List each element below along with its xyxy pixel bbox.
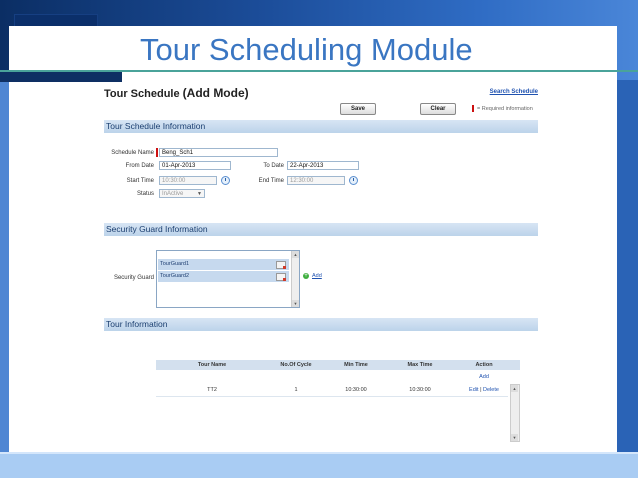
list-item[interactable]: TourGuard1 [158, 259, 289, 270]
guard-name: TourGuard2 [160, 273, 190, 279]
scroll-up-icon[interactable]: ▲ [292, 251, 299, 258]
edit-link[interactable]: Edit [469, 387, 478, 393]
required-note-text: = Required information [477, 105, 533, 112]
form-mode: (Add Mode) [182, 86, 249, 100]
from-date-input[interactable]: 01-Apr-2013 [159, 161, 231, 170]
column-header: Max Time [407, 362, 433, 368]
to-date-input[interactable]: 22-Apr-2013 [287, 161, 359, 170]
table-header-row: Tour Name No.Of Cycle Min Time Max Time … [156, 360, 520, 370]
save-button[interactable]: Save [340, 103, 376, 115]
scroll-down-icon[interactable]: ▼ [292, 300, 299, 307]
list-item[interactable]: TourGuard2 [158, 271, 289, 282]
status-select-value: InActive [162, 191, 184, 197]
title-divider-accent [0, 72, 122, 82]
status-select[interactable]: InActive ▼ [159, 189, 205, 198]
sidebar-strip [0, 80, 9, 452]
action-separator: | [480, 387, 482, 393]
scrollbar[interactable]: ▲ ▼ [291, 251, 299, 307]
guard-name: TourGuard1 [160, 261, 190, 267]
scrollbar[interactable]: ▲ ▼ [510, 384, 520, 442]
add-tour-link[interactable]: Add [452, 374, 516, 380]
schedule-name-input[interactable]: Beng_Sch1 [159, 148, 278, 157]
form-title-text: Tour Schedule [104, 88, 180, 100]
table-cell-max-time: 10:30:00 [409, 387, 431, 393]
from-date-label: From Date [125, 163, 154, 169]
row-divider [156, 396, 508, 397]
start-time-label: Start Time [126, 178, 154, 184]
table-cell-tour-name: TT2 [207, 387, 217, 393]
column-header: Tour Name [197, 362, 227, 368]
scroll-down-icon[interactable]: ▼ [511, 434, 518, 441]
scroll-up-icon[interactable]: ▲ [511, 385, 518, 392]
clock-icon[interactable] [349, 176, 358, 185]
search-schedule-link[interactable]: Search Schedule [490, 89, 538, 95]
chevron-down-icon: ▼ [197, 191, 202, 197]
schedule-name-label: Schedule Name [111, 150, 154, 156]
column-header: No.Of Cycle [280, 362, 312, 368]
footer-band [0, 452, 638, 478]
clear-button[interactable]: Clear [420, 103, 456, 115]
table-cell-cycles: 1 [294, 387, 298, 393]
security-guard-label: Security Guard [113, 275, 154, 281]
add-guard-link[interactable]: Add [312, 273, 322, 279]
column-header: Min Time [344, 362, 368, 368]
clock-icon[interactable] [221, 176, 230, 185]
form-title: Tour Schedule (Add Mode) [104, 86, 249, 100]
required-marker-icon [472, 105, 474, 112]
to-date-label: To Date [263, 163, 284, 169]
table-cell-action: Edit | Delete [452, 387, 516, 393]
status-label: Status [136, 191, 154, 197]
delete-link[interactable]: Delete [483, 387, 499, 393]
start-time-input[interactable]: 10:30:00 [159, 176, 217, 185]
end-time-label: End Time [258, 178, 284, 184]
remove-icon[interactable] [276, 273, 286, 281]
column-header: Action [475, 362, 493, 368]
page-title: Tour Scheduling Module [140, 32, 473, 67]
security-guard-list[interactable]: TourGuard1 TourGuard2 ▲ ▼ [156, 250, 300, 308]
section-tour-info: Tour Information [104, 318, 538, 331]
section-guard-info: Security Guard Information [104, 223, 538, 236]
end-time-input[interactable]: 12:30:00 [287, 176, 345, 185]
required-marker-icon [156, 148, 158, 157]
section-schedule-info: Tour Schedule Information [104, 120, 538, 133]
table-cell-min-time: 10:30:00 [345, 387, 367, 393]
remove-icon[interactable] [276, 261, 286, 269]
add-icon[interactable]: + [303, 273, 309, 279]
required-note: = Required information [472, 105, 533, 112]
